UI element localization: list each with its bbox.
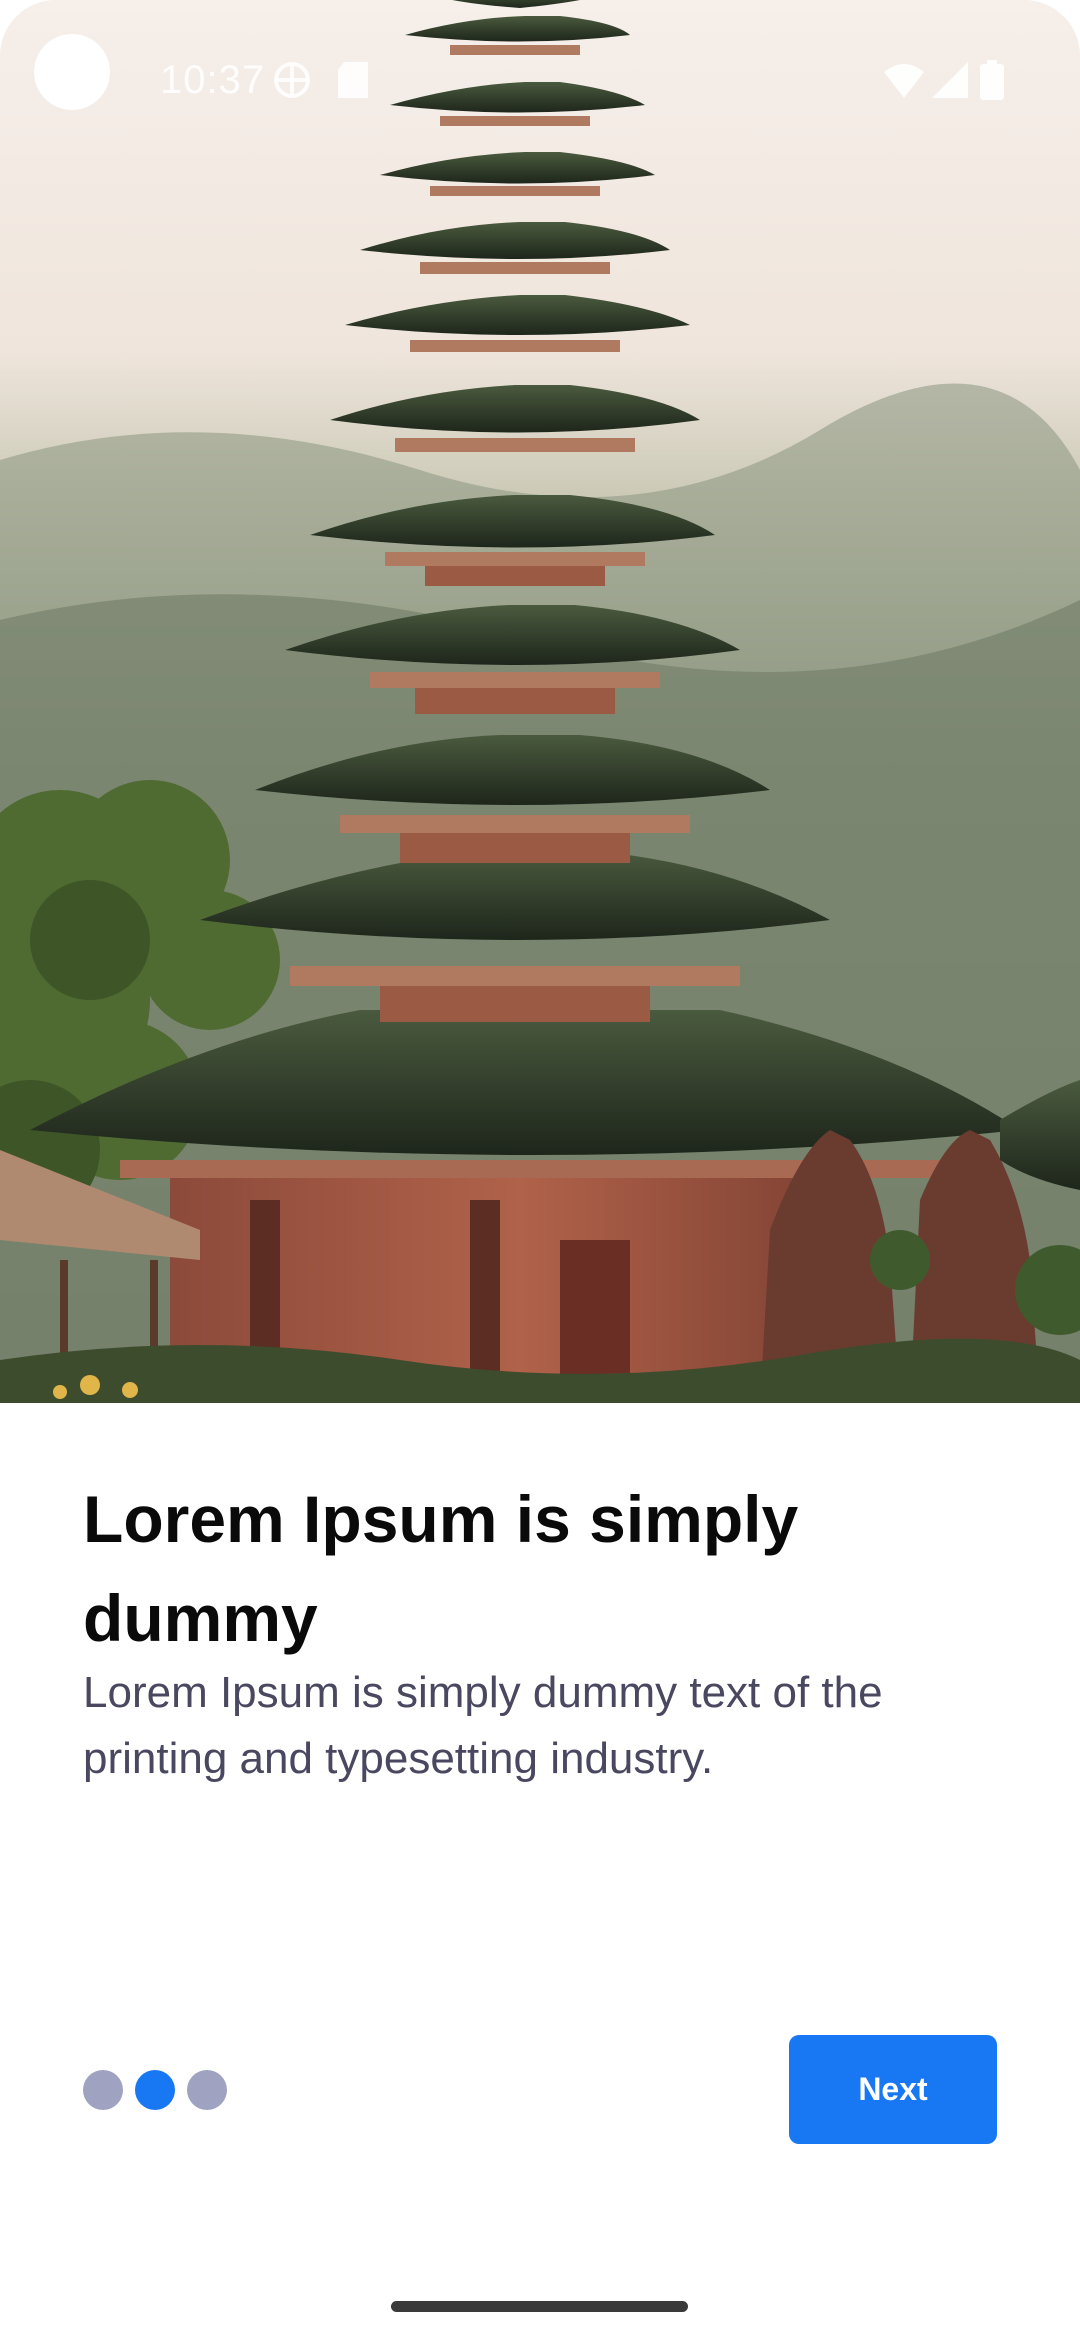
sd-card-icon	[338, 62, 368, 98]
status-time: 10:37	[160, 58, 266, 102]
status-bar: 10:37	[0, 0, 1080, 160]
wifi-icon	[884, 64, 924, 98]
vpn-icon	[274, 62, 310, 98]
onboarding-subtitle: Lorem Ipsum is simply dummy text of the …	[83, 1668, 883, 1783]
home-indicator[interactable]	[391, 2301, 688, 2312]
signal-icon	[932, 62, 968, 98]
page-dot-2-active[interactable]	[135, 2070, 175, 2110]
page-dot-1[interactable]	[83, 2070, 123, 2110]
next-button[interactable]: Next	[789, 2035, 997, 2144]
page-indicator	[83, 2070, 227, 2110]
hero-image	[0, 0, 1080, 1403]
temple-illustration	[0, 0, 1080, 1403]
battery-icon	[980, 60, 1004, 100]
onboarding-title: Lorem Ipsum is simply dummy	[83, 1482, 799, 1655]
page-dot-3[interactable]	[187, 2070, 227, 2110]
camera-cutout	[34, 34, 110, 110]
